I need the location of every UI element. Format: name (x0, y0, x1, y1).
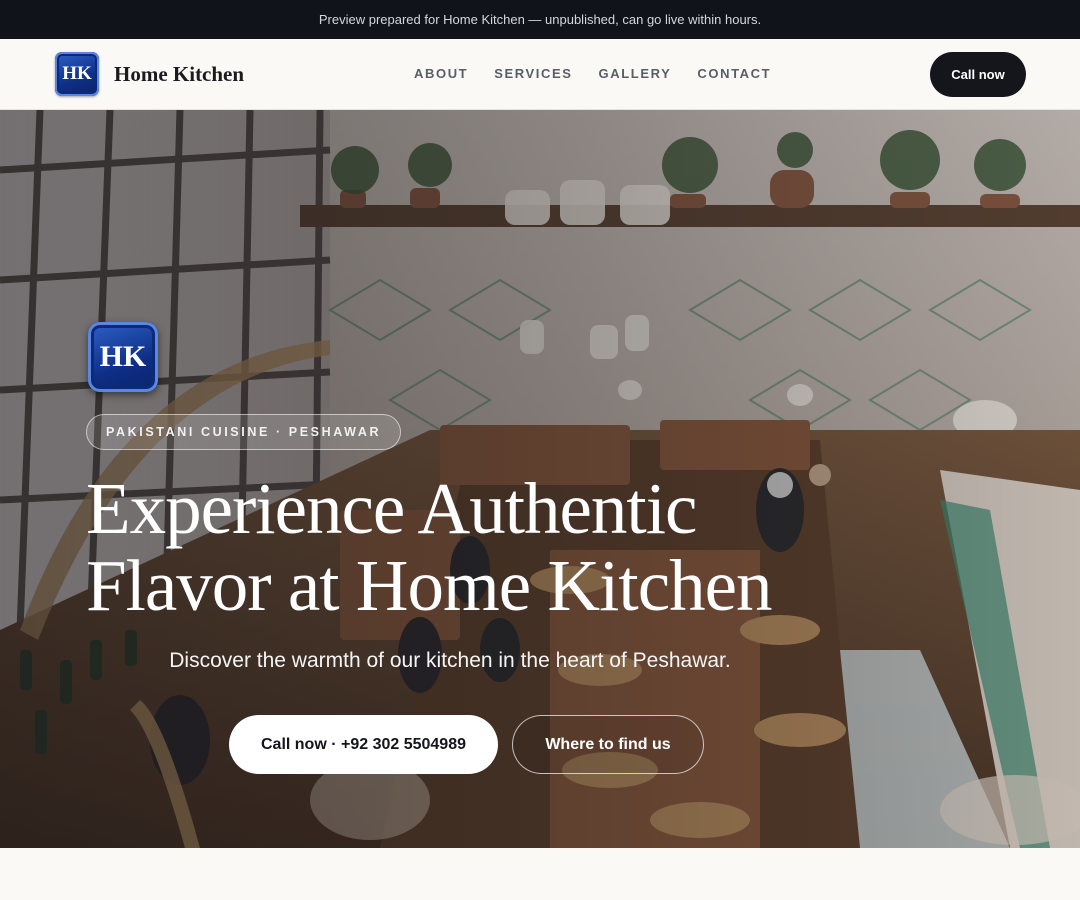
main-menu: ABOUT SERVICES GALLERY CONTACT (414, 66, 797, 81)
headline-line-1: Experience Authentic (86, 468, 697, 549)
find-us-button[interactable]: Where to find us (512, 715, 704, 774)
hero-section: HK PAKISTANI CUISINE · PESHAWAR Experien… (0, 110, 1080, 848)
nav-link-services[interactable]: SERVICES (494, 66, 572, 81)
nav-link-about[interactable]: ABOUT (414, 66, 468, 81)
nav-link-gallery[interactable]: GALLERY (599, 66, 672, 81)
nav-call-now-button[interactable]: Call now (930, 52, 1026, 97)
hero-subheadline: Discover the warmth of our kitchen in th… (169, 649, 731, 672)
nav-link-contact[interactable]: CONTACT (697, 66, 771, 81)
brand-home-link[interactable]: HK Home Kitchen (55, 52, 244, 96)
hk-logo-badge-icon: HK (55, 52, 99, 96)
top-navigation: HK Home Kitchen ABOUT SERVICES GALLERY C… (0, 39, 1080, 110)
call-now-phone-button[interactable]: Call now · +92 302 5504989 (229, 715, 498, 774)
hero-headline: Experience Authentic Flavor at Home Kitc… (86, 470, 846, 624)
brand-name: Home Kitchen (114, 61, 245, 86)
announcement-text: Preview prepared for Home Kitchen — unpu… (318, 12, 762, 27)
announcement-bar: Preview prepared for Home Kitchen — unpu… (0, 0, 1080, 39)
hk-logo-badge-icon: HK (88, 322, 158, 392)
cuisine-location-badge: PAKISTANI CUISINE · PESHAWAR (86, 414, 402, 450)
headline-line-2: Flavor at Home Kitchen (86, 545, 773, 626)
